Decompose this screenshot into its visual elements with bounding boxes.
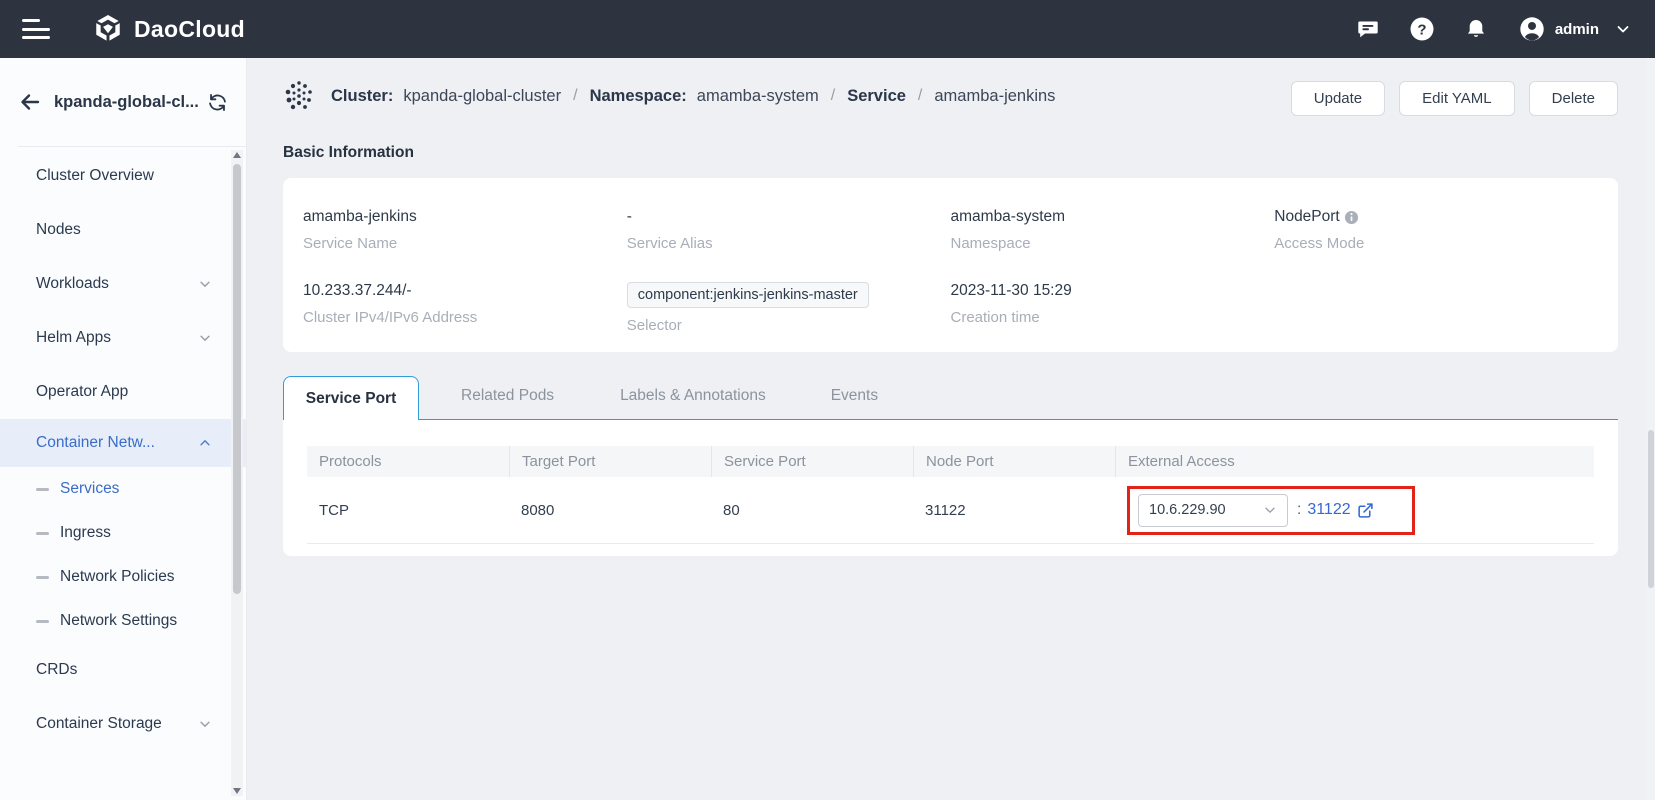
breadcrumb-resource-type[interactable]: Service [847, 87, 906, 106]
sidebar-item-network-policies[interactable]: Network Policies [0, 555, 246, 599]
sidebar-item-nodes[interactable]: Nodes [0, 203, 246, 257]
sidebar-scrollbar-thumb[interactable] [233, 164, 241, 594]
chevron-down-icon [198, 277, 212, 291]
dash-icon [36, 619, 49, 623]
column-service-port: Service Port [711, 446, 913, 477]
svg-text:?: ? [1417, 22, 1426, 39]
sidebar: kpanda-global-cl... Cluster Overview Nod… [0, 58, 247, 800]
port-table: Protocols Target Port Service Port Node … [307, 446, 1594, 544]
sidebar-item-services[interactable]: Services [0, 467, 246, 511]
cell-node-port: 31122 [925, 501, 966, 519]
breadcrumb-resource-name: amamba-jenkins [934, 86, 1056, 105]
cell-external-access: 10.6.229.90 : 31122 [1115, 485, 1594, 535]
brand-name: DaoCloud [134, 15, 245, 42]
dash-icon [36, 531, 49, 535]
field-selector: component:jenkins-jenkins-master Selecto… [626, 282, 951, 334]
sidebar-scrollbar[interactable] [231, 150, 243, 796]
info-icon[interactable] [1344, 210, 1359, 225]
chevron-down-icon [198, 717, 212, 731]
delete-button[interactable]: Delete [1528, 81, 1618, 116]
column-target-port: Target Port [509, 446, 711, 477]
select-chevron-icon [1263, 503, 1277, 517]
field-access-mode: NodePort Access Mode [1274, 208, 1365, 252]
sidebar-item-cluster-overview[interactable]: Cluster Overview [0, 149, 246, 203]
brand-logo: DaoCloud [92, 13, 245, 45]
table-header-row: Protocols Target Port Service Port Node … [307, 446, 1594, 477]
sidebar-item-container-storage[interactable]: Container Storage [0, 697, 246, 751]
sidebar-cluster-name: kpanda-global-cl... [54, 92, 199, 111]
external-link-icon[interactable] [1357, 502, 1374, 519]
field-service-alias: - Service Alias [626, 208, 713, 252]
dash-icon [36, 487, 49, 491]
message-icon[interactable] [1355, 16, 1381, 42]
page-scrollbar[interactable] [1647, 58, 1655, 800]
user-menu-chevron-icon[interactable] [1615, 21, 1631, 37]
external-access-highlight: 10.6.229.90 : 31122 [1127, 485, 1415, 535]
breadcrumb-cluster-value[interactable]: kpanda-global-cluster [403, 87, 561, 106]
action-buttons: Update Edit YAML Delete [1290, 81, 1618, 116]
breadcrumb-separator: / [917, 87, 923, 104]
breadcrumb-cluster-label: Cluster: [331, 86, 394, 105]
tab-labels-annotations[interactable]: Labels & Annotations [620, 387, 766, 419]
top-navbar: DaoCloud ? admin [0, 0, 1655, 58]
chevron-up-icon [198, 436, 212, 450]
column-protocols: Protocols [319, 453, 382, 470]
sidebar-item-helm-apps[interactable]: Helm Apps [0, 311, 246, 365]
breadcrumb-separator: / [573, 87, 578, 104]
basic-information-card: amamba-jenkins Service Name - Service Al… [283, 178, 1618, 352]
back-arrow-icon[interactable] [18, 90, 42, 114]
field-namespace: amamba-system Namespace [950, 208, 1066, 252]
menu-toggle-icon[interactable] [22, 19, 50, 39]
external-ip-select[interactable]: 10.6.229.90 [1138, 493, 1288, 527]
scroll-down-icon[interactable] [233, 788, 241, 794]
cell-protocol: TCP [319, 501, 349, 519]
sidebar-item-workloads[interactable]: Workloads [0, 257, 246, 311]
tab-events[interactable]: Events [831, 387, 878, 419]
breadcrumb-namespace-label: Namespace: [589, 86, 687, 105]
tab-related-pods[interactable]: Related Pods [461, 387, 554, 419]
field-service-name: amamba-jenkins Service Name [303, 208, 417, 252]
main-content: Cluster: kpanda-global-cluster / Namespa… [247, 58, 1655, 800]
service-port-card: Protocols Target Port Service Port Node … [283, 420, 1618, 556]
breadcrumb: Cluster: kpanda-global-cluster / Namespa… [283, 76, 1055, 116]
sidebar-item-network-settings[interactable]: Network Settings [0, 599, 246, 643]
page-scrollbar-thumb[interactable] [1648, 430, 1654, 588]
tab-service-port[interactable]: Service Port [283, 376, 419, 420]
breadcrumb-separator: / [830, 87, 836, 104]
notification-bell-icon[interactable] [1463, 16, 1489, 42]
table-row: TCP 8080 80 31122 10.6.229.90 : 31122 [307, 477, 1594, 544]
basic-information-title: Basic Information [283, 144, 414, 161]
sidebar-item-container-network[interactable]: Container Netw... [0, 419, 246, 467]
breadcrumb-namespace-value[interactable]: amamba-system [697, 87, 819, 106]
field-creation-time: 2023-11-30 15:29 Creation time [950, 282, 1072, 326]
dash-icon [36, 575, 49, 579]
cell-service-port: 80 [723, 501, 740, 519]
selector-tag: component:jenkins-jenkins-master [626, 282, 869, 308]
update-button[interactable]: Update [1290, 81, 1386, 116]
chevron-down-icon [198, 331, 212, 345]
field-cluster-ip: 10.233.37.244/- Cluster IPv4/IPv6 Addres… [303, 282, 478, 326]
switch-cluster-icon[interactable] [207, 92, 228, 113]
edit-yaml-button[interactable]: Edit YAML [1399, 81, 1515, 116]
cluster-dots-icon [283, 79, 315, 113]
sidebar-item-ingress[interactable]: Ingress [0, 511, 246, 555]
external-port-link[interactable]: : 31122 [1297, 501, 1374, 519]
username[interactable]: admin [1555, 21, 1599, 38]
sidebar-item-crds[interactable]: CRDs [0, 643, 246, 697]
daocloud-logo-icon [92, 13, 124, 45]
sidebar-menu: Cluster Overview Nodes Workloads Helm Ap… [0, 147, 246, 751]
column-external-access: External Access [1115, 446, 1594, 477]
avatar[interactable] [1519, 16, 1545, 42]
scroll-up-icon[interactable] [233, 152, 241, 158]
detail-tabs: Service Port Related Pods Labels & Annot… [283, 376, 1618, 420]
help-icon[interactable]: ? [1409, 16, 1435, 42]
cell-target-port: 8080 [521, 501, 555, 519]
column-node-port: Node Port [913, 446, 1115, 477]
sidebar-item-operator-app[interactable]: Operator App [0, 365, 246, 419]
